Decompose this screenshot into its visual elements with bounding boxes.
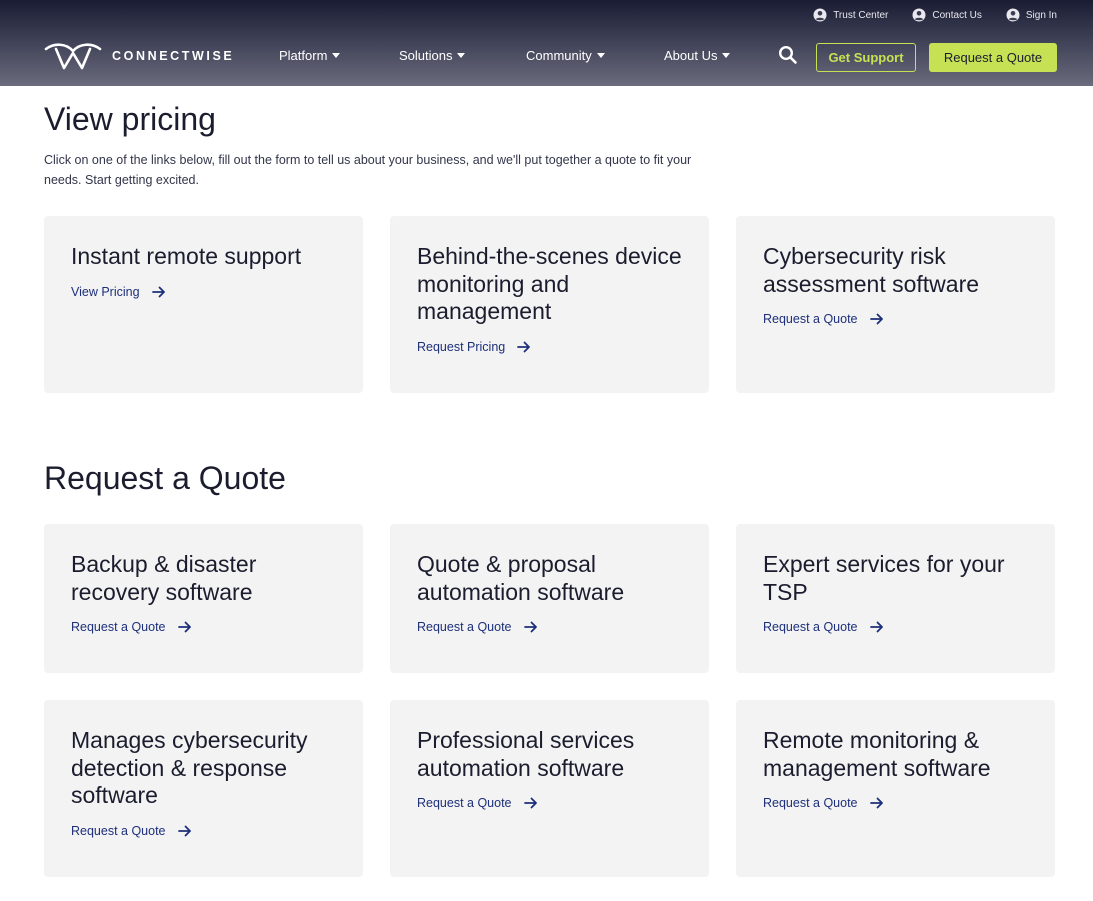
quote-card-proposal-automation: Quote & proposal automation software Req… [390, 524, 709, 673]
arrow-right-icon [517, 341, 531, 352]
request-quote-link[interactable]: Request a Quote [417, 620, 689, 634]
sign-in-link[interactable]: Sign In [1006, 8, 1057, 22]
card-title: Professional services automation softwar… [417, 727, 635, 781]
card-title: Remote monitoring & management software [763, 727, 991, 781]
user-circle-icon [813, 8, 827, 22]
user-circle-icon [1006, 8, 1020, 22]
request-quote-link[interactable]: Request a Quote [417, 796, 689, 810]
quote-card-mdr: Manages cybersecurity detection & respon… [44, 700, 363, 877]
arrow-right-icon [177, 825, 191, 836]
card-title: Backup & disaster recovery software [71, 551, 257, 605]
card-link-label: Request a Quote [417, 796, 512, 810]
arrow-right-icon [151, 286, 165, 297]
section-title-request-quote: Request a Quote [44, 460, 286, 496]
quote-card-psa: Professional services automation softwar… [390, 700, 709, 877]
intro-text: Click on one of the links below, fill ou… [44, 153, 692, 187]
nav-platform[interactable]: Platform [279, 48, 341, 63]
nav-about-us[interactable]: About Us [664, 48, 731, 63]
contact-us-label: Contact Us [932, 9, 982, 21]
card-title: Behind-the-scenes device monitoring and … [417, 243, 682, 324]
request-quote-link[interactable]: Request a Quote [71, 620, 343, 634]
user-circle-icon [912, 8, 926, 22]
arrow-right-icon [523, 621, 537, 633]
card-title: Cybersecurity risk assessment software [763, 243, 980, 297]
arrow-right-icon [869, 621, 883, 633]
view-pricing-link[interactable]: View Pricing [71, 285, 343, 299]
site-header: Trust Center Contact Us Sign In CONNECTW… [0, 0, 1093, 86]
card-link-label: Request a Quote [763, 312, 858, 326]
quote-card-expert-services: Expert services for your TSP Request a Q… [736, 524, 1055, 673]
card-link-label: Request a Quote [417, 620, 512, 634]
card-title: Instant remote support [71, 243, 302, 269]
chevron-down-icon [332, 53, 341, 58]
chevron-down-icon [596, 53, 605, 58]
sign-in-label: Sign In [1025, 9, 1057, 21]
get-support-button[interactable]: Get Support [816, 43, 916, 72]
pricing-card-device-monitoring: Behind-the-scenes device monitoring and … [390, 216, 709, 393]
page-title: View pricing [44, 101, 216, 137]
contact-us-link[interactable]: Contact Us [912, 8, 982, 22]
card-title: Manages cybersecurity detection & respon… [71, 727, 308, 808]
chevron-down-icon [457, 53, 466, 58]
nav-solutions[interactable]: Solutions [399, 48, 466, 63]
trust-center-link[interactable]: Trust Center [813, 8, 888, 22]
card-title: Expert services for your TSP [763, 551, 1005, 605]
request-quote-link[interactable]: Request a Quote [763, 796, 1035, 810]
request-quote-button[interactable]: Request a Quote [929, 43, 1057, 72]
pricing-card-cybersecurity-risk: Cybersecurity risk assessment software R… [736, 216, 1055, 393]
request-quote-link[interactable]: Request a Quote [71, 824, 343, 838]
logo-wordmark: CONNECTWISE [112, 49, 235, 63]
utility-bar: Trust Center Contact Us Sign In [813, 8, 1057, 22]
connectwise-logo-mark-icon [44, 43, 102, 70]
card-link-label: View Pricing [71, 284, 140, 299]
trust-center-label: Trust Center [833, 9, 889, 21]
card-title: Quote & proposal automation software [417, 551, 625, 605]
card-link-label: Request Pricing [417, 339, 506, 354]
quote-card-backup: Backup & disaster recovery software Requ… [44, 524, 363, 673]
search-icon[interactable] [778, 45, 798, 65]
nav-community-label: Community [526, 48, 592, 63]
arrow-right-icon [177, 621, 191, 633]
arrow-right-icon [869, 797, 883, 809]
arrow-right-icon [869, 313, 883, 325]
pricing-card-remote-support: Instant remote support View Pricing [44, 216, 363, 393]
nav-about-us-label: About Us [664, 48, 718, 63]
request-pricing-link[interactable]: Request Pricing [417, 340, 689, 354]
connectwise-logo[interactable]: CONNECTWISE [44, 41, 234, 71]
card-link-label: Request a Quote [763, 620, 858, 634]
card-link-label: Request a Quote [71, 823, 166, 838]
request-quote-link[interactable]: Request a Quote [763, 620, 1035, 634]
quote-card-rmm: Remote monitoring & management software … [736, 700, 1055, 877]
arrow-right-icon [523, 797, 537, 809]
nav-solutions-label: Solutions [399, 48, 453, 63]
nav-community[interactable]: Community [526, 48, 605, 63]
chevron-down-icon [722, 53, 731, 58]
card-link-label: Request a Quote [71, 620, 166, 634]
request-quote-link[interactable]: Request a Quote [763, 312, 1035, 326]
card-link-label: Request a Quote [763, 796, 858, 810]
nav-platform-label: Platform [279, 48, 328, 63]
